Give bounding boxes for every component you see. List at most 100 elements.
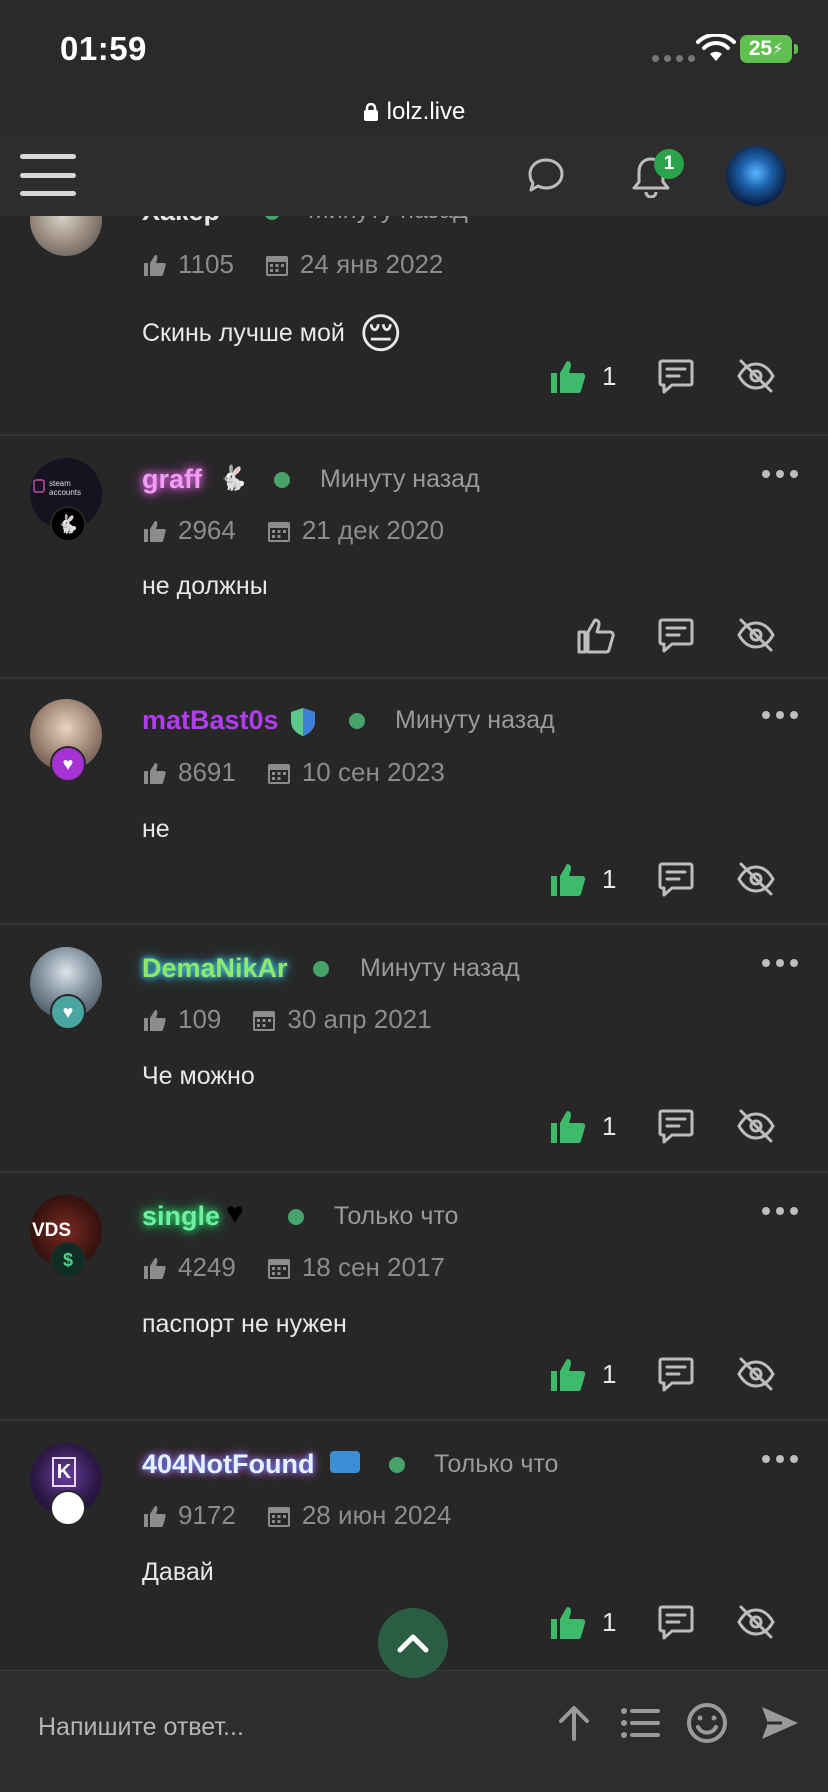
post-time: Минуту назад (308, 216, 468, 225)
username[interactable]: graff (142, 464, 202, 495)
white-badge-icon (50, 1490, 86, 1526)
reply-icon[interactable] (656, 1602, 696, 1642)
hide-icon[interactable] (736, 1354, 776, 1394)
like-count: 1 (602, 360, 617, 391)
like-button[interactable] (548, 1106, 588, 1146)
likes-count: 109 (178, 1004, 222, 1034)
comment-actions: 1 (548, 356, 776, 396)
like-button[interactable] (548, 1602, 588, 1642)
heart-badge-icon: ♥ (50, 746, 86, 782)
upload-icon[interactable] (552, 1701, 596, 1745)
like-count: 1 (602, 1606, 617, 1637)
user-stats: 9172 28 июн 2024 (142, 1500, 451, 1531)
reply-icon[interactable] (656, 615, 696, 655)
registration-date: 10 сен 2023 (301, 757, 445, 787)
username[interactable]: single (142, 1201, 220, 1232)
comment-text: Давай (142, 1558, 214, 1586)
comment-text: Скинь лучше мой (142, 319, 345, 347)
comment-text-wrap: Скинь лучше мой 😔 (142, 309, 403, 358)
reply-icon[interactable] (656, 859, 696, 899)
like-count: 1 (602, 863, 617, 894)
chevron-up-icon (397, 1634, 429, 1653)
smiley-icon[interactable] (685, 1701, 729, 1745)
registration-date: 24 янв 2022 (299, 249, 444, 279)
reply-icon[interactable] (656, 1354, 696, 1394)
registration-date: 30 апр 2021 (287, 1004, 432, 1034)
thumb-up-icon (144, 1009, 166, 1031)
reply-icon[interactable] (656, 356, 696, 396)
like-button[interactable] (576, 615, 616, 655)
thumb-up-icon (144, 1505, 166, 1527)
comment-text: Че можно (142, 1062, 255, 1090)
avatar[interactable] (30, 216, 102, 256)
shield-icon (291, 708, 315, 736)
user-avatar[interactable] (726, 146, 786, 206)
registration-date: 18 сен 2017 (301, 1252, 445, 1282)
hide-icon[interactable] (736, 859, 776, 899)
online-indicator (389, 1457, 405, 1473)
chat-icon[interactable] (526, 156, 566, 196)
site-header (0, 136, 828, 216)
calendar-icon (267, 521, 290, 542)
username[interactable]: 404NotFound (142, 1449, 315, 1480)
comment-text: не должны (142, 572, 268, 600)
pensive-emoji: 😔 (358, 310, 403, 357)
like-count: 1 (602, 1358, 617, 1389)
comment-actions: 1 (548, 1602, 776, 1642)
hide-icon[interactable] (736, 356, 776, 396)
hide-icon[interactable] (736, 615, 776, 655)
likes-count: 2964 (178, 515, 236, 545)
online-indicator (288, 1209, 304, 1225)
reply-icon[interactable] (656, 1106, 696, 1146)
comment-actions: 1 (548, 1354, 776, 1394)
post-time: Минуту назад (360, 954, 520, 982)
hide-icon[interactable] (736, 1106, 776, 1146)
pepe-icon (330, 1451, 360, 1473)
vds-logo-text: VDS (32, 1220, 72, 1241)
address-bar[interactable]: lolz.live (0, 88, 828, 136)
thumb-up-icon (144, 1257, 166, 1279)
likes-count: 8691 (178, 757, 236, 787)
dollar-badge-icon: $ (50, 1242, 86, 1278)
reply-input[interactable] (38, 1707, 518, 1747)
more-options-icon[interactable] (762, 1207, 798, 1215)
more-options-icon[interactable] (762, 711, 798, 719)
wifi-icon (696, 34, 736, 61)
black-heart-icon: ♥ (226, 1197, 244, 1230)
user-stats: 109 30 апр 2021 (142, 1004, 432, 1035)
like-button[interactable] (548, 1354, 588, 1394)
scroll-to-top-button[interactable] (378, 1608, 448, 1678)
user-stats: 1105 24 янв 2022 (142, 249, 443, 280)
menu-icon[interactable] (20, 151, 76, 199)
more-options-icon[interactable] (762, 959, 798, 967)
user-stats: 8691 10 сен 2023 (142, 757, 445, 788)
signal-icon (652, 55, 695, 62)
comment-actions: 1 (548, 859, 776, 899)
reply-composer (0, 1670, 828, 1792)
rabbit-icon: 🐇 (218, 465, 248, 492)
username[interactable]: DemaNikAr (142, 953, 288, 984)
like-button[interactable] (548, 859, 588, 899)
more-options-icon[interactable] (762, 1455, 798, 1463)
notifications-badge[interactable]: 1 (654, 149, 684, 179)
calendar-icon (253, 1010, 276, 1031)
like-button[interactable] (548, 356, 588, 396)
lock-icon (363, 103, 378, 121)
registration-date: 28 июн 2024 (301, 1500, 452, 1530)
user-stats: 4249 18 сен 2017 (142, 1252, 445, 1283)
user-stats: 2964 21 дек 2020 (142, 515, 444, 546)
username[interactable]: matBast0s (142, 705, 279, 736)
more-options-icon[interactable] (762, 470, 798, 478)
comment-item: ♥ matBast0s Минуту назад 8691 10 сен 202… (0, 679, 828, 925)
likes-count: 1105 (178, 249, 234, 279)
like-count: 1 (602, 1110, 617, 1141)
hide-icon[interactable] (736, 1602, 776, 1642)
rabbit-badge-icon: 🐇 (50, 506, 86, 542)
username[interactable]: Хакер (142, 216, 220, 227)
send-icon[interactable] (758, 1701, 802, 1745)
comments-feed[interactable]: Хакер Минуту назад 1105 24 янв 2022 Скин… (0, 216, 828, 1670)
thumb-up-icon (144, 520, 166, 542)
url-text: lolz.live (386, 98, 466, 125)
calendar-icon (267, 1258, 290, 1279)
list-icon[interactable] (618, 1701, 662, 1745)
